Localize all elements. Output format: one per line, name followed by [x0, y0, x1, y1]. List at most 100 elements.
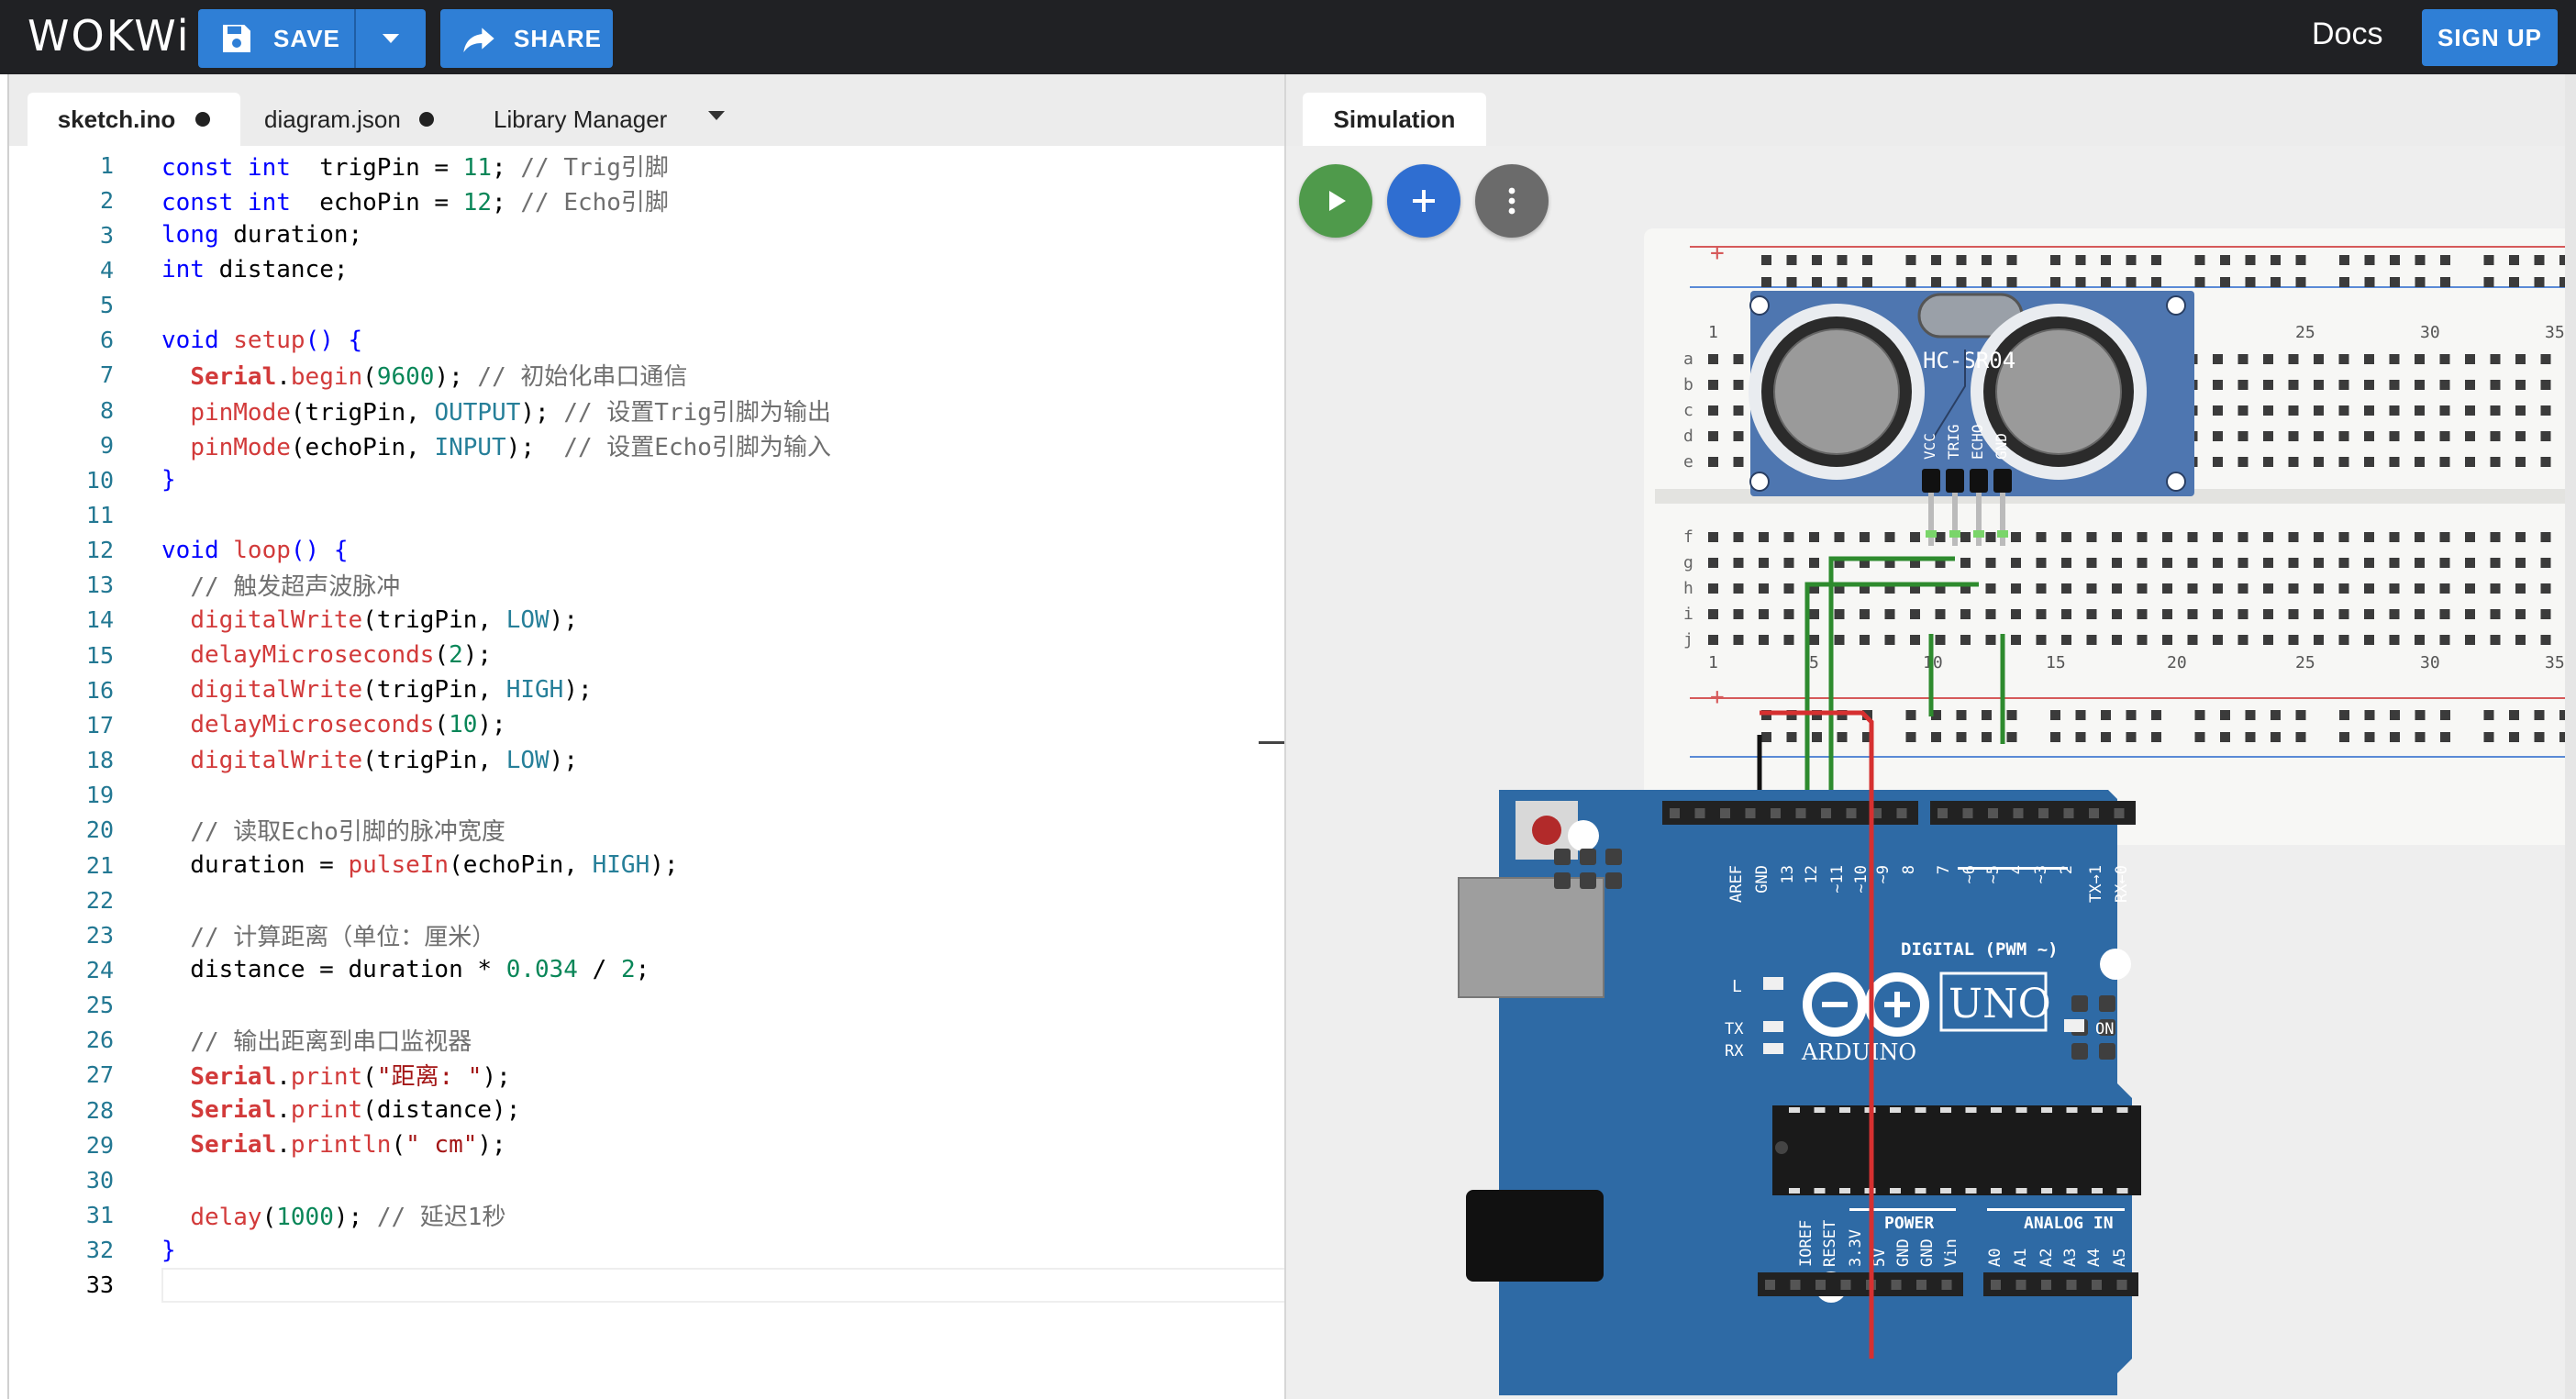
breadboard-hole [2314, 609, 2324, 619]
code-line[interactable]: 14 digitalWrite(trigPin, LOW); [9, 603, 1286, 638]
breadboard-hole [1733, 532, 1744, 542]
code-line[interactable]: 9 pinMode(echoPin, INPUT); // 设置Echo引脚为输… [9, 427, 1286, 462]
breadboard-hole [2061, 583, 2071, 594]
sign-up-button[interactable]: SIGN UP [2422, 9, 2558, 66]
rail-hole [2220, 255, 2230, 265]
tab-sketch-ino[interactable]: sketch.ino [28, 93, 240, 146]
code-line[interactable]: 32} [9, 1233, 1286, 1268]
code-line[interactable]: 4 int distance; [9, 252, 1286, 287]
code-line[interactable]: 5 [9, 288, 1286, 323]
mounting-hole [2166, 295, 2186, 316]
breadboard-hole [2515, 457, 2526, 467]
code-line[interactable]: 2 const int echoPin = 12; // Echo引脚 [9, 183, 1286, 217]
chip-pin [1940, 1188, 1951, 1194]
tab-library-manager[interactable]: Library Manager [494, 93, 695, 146]
icsp-pin [1605, 849, 1622, 865]
save-menu-button[interactable] [356, 9, 426, 68]
code-line[interactable]: 10} [9, 462, 1286, 497]
code-line[interactable]: 24 distance = duration * 0.034 / 2; [9, 952, 1286, 987]
docs-link[interactable]: Docs [2312, 17, 2382, 52]
code-line[interactable]: 7 Serial.begin(9600); // 初始化串口通信 [9, 358, 1286, 393]
resize-handle[interactable] [1259, 741, 1284, 744]
rail-hole [2271, 732, 2281, 742]
breadboard-hole [2237, 609, 2248, 619]
breadboard-hole [2061, 635, 2071, 645]
breadboard-hole [2439, 431, 2450, 441]
more-options-button[interactable] [1475, 164, 1549, 238]
code-line[interactable]: 29 Serial.println(" cm"); [9, 1127, 1286, 1162]
code-area[interactable]: 1 const int trigPin = 11; // Trig引脚 2 const… [9, 146, 1286, 1399]
code-line[interactable]: 1 const int trigPin = 11; // Trig引脚 [9, 148, 1286, 183]
code-line[interactable]: 8 pinMode(trigPin, OUTPUT); // 设置Trig引脚为… [9, 393, 1286, 427]
code-line[interactable]: 11 [9, 498, 1286, 533]
code-line[interactable]: 26 // 输出距离到串口监视器 [9, 1023, 1286, 1058]
code-line[interactable]: 25 [9, 988, 1286, 1023]
tab-diagram-json[interactable]: diagram.json [264, 93, 448, 146]
breadboard-hole [2490, 635, 2501, 645]
code-token: ( [261, 1204, 277, 1231]
save-label: SAVE [273, 24, 340, 52]
start-simulation-button[interactable] [1299, 164, 1372, 238]
icsp-pin [1580, 849, 1596, 865]
code-line[interactable]: 13 // 触发超声波脉冲 [9, 568, 1286, 603]
breadboard-hole [2288, 431, 2299, 441]
digital-header-title: DIGITAL (PWM ~) [1901, 939, 2059, 960]
wokwi-logo[interactable]: WOKWi [28, 6, 190, 66]
share-button[interactable]: SHARE [440, 9, 613, 68]
rail-hole [1956, 710, 1967, 720]
code-line[interactable]: 19 [9, 778, 1286, 813]
code-line[interactable]: 15 delayMicroseconds(2); [9, 638, 1286, 672]
line-number: 26 [85, 1027, 114, 1054]
code-line[interactable]: 12 void loop() { [9, 533, 1286, 568]
code-line[interactable]: 28 Serial.print(distance); [9, 1093, 1286, 1127]
code-token: ); [462, 641, 493, 670]
digital-pin-label: ~9 [1874, 865, 1893, 883]
code-line[interactable]: 21 duration = pulseIn(echoPin, HIGH); [9, 848, 1286, 883]
code-line[interactable]: 22 [9, 883, 1286, 917]
column-number: 35 [2545, 323, 2565, 342]
code-line[interactable]: 31 delay(1000); // 延迟1秒 [9, 1198, 1286, 1233]
code-token: . [276, 363, 291, 392]
header-pin [1765, 1280, 1775, 1290]
rail-hole [2364, 732, 2375, 742]
code-text: delay(1000); // 延迟1秒 [161, 1198, 505, 1232]
code-text: duration = pulseIn(echoPin, HIGH); [161, 851, 678, 879]
power-header [1758, 1272, 1963, 1296]
breadboard-hole [2213, 457, 2223, 467]
breadboard-hole [2364, 583, 2374, 594]
rail-hole [2415, 277, 2426, 287]
analog-header-title: ANALOG IN [2024, 1214, 2114, 1233]
code-line[interactable]: 17 delayMicroseconds(10); [9, 707, 1286, 742]
simulation-canvas[interactable]: ++abcdefghij1 25 30 351 5 10 15 20 25 30 35HC-SR04… [1286, 74, 2576, 1399]
rail-hole [1931, 277, 1941, 287]
breadboard-hole [2465, 431, 2475, 441]
header-pin [1840, 1280, 1851, 1290]
breadboard-hole [1960, 609, 1971, 619]
pin-connection-indicator [1997, 530, 2008, 538]
rail-hole [2271, 277, 2281, 287]
breadboard-hole [2213, 558, 2223, 568]
breadboard-hole [1960, 532, 1971, 542]
icsp-pin [1605, 872, 1622, 889]
digital-pin-label: 8 [1900, 865, 1918, 874]
code-line[interactable]: 27 Serial.print("距离: "); [9, 1058, 1286, 1093]
line-number: 16 [85, 676, 114, 704]
code-line[interactable]: 23 // 计算距离（单位：厘米） [9, 917, 1286, 952]
rail-hole [2101, 255, 2111, 265]
code-line[interactable]: 6 void setup() { [9, 323, 1286, 358]
code-line[interactable]: 16 digitalWrite(trigPin, HIGH); [9, 672, 1286, 707]
add-part-button[interactable] [1387, 164, 1460, 238]
code-line[interactable]: 3 long duration; [9, 217, 1286, 252]
tab-simulation[interactable]: Simulation [1303, 93, 1486, 146]
save-button[interactable]: SAVE [198, 9, 354, 68]
breadboard-hole [2213, 380, 2223, 390]
code-line[interactable]: 18 digitalWrite(trigPin, LOW); [9, 743, 1286, 778]
column-number: 30 [2420, 323, 2440, 342]
code-line[interactable]: 30 [9, 1162, 1286, 1197]
code-line[interactable]: 33 [9, 1268, 1286, 1303]
code-token: const [161, 188, 248, 217]
chip-pin [1839, 1188, 1850, 1194]
tabs-menu-chevron-down-icon[interactable] [708, 111, 725, 120]
line-number: 12 [85, 537, 114, 564]
code-line[interactable]: 20 // 读取Echo引脚的脉冲宽度 [9, 813, 1286, 848]
